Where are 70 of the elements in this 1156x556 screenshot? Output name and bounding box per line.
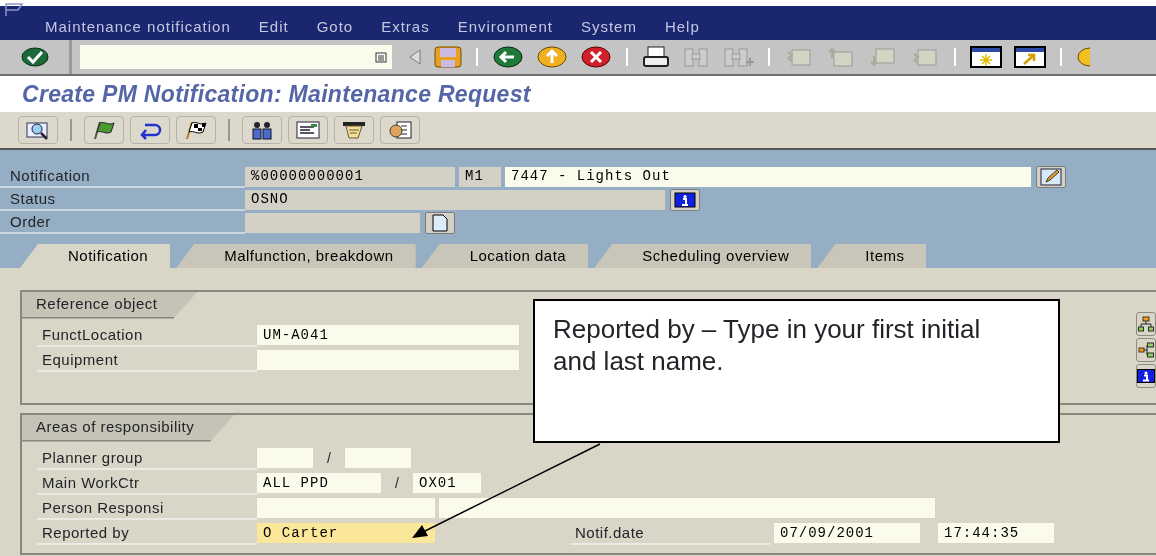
notification-label: Notification xyxy=(0,165,245,188)
separator-text: / xyxy=(326,448,332,468)
back-triangle-icon[interactable] xyxy=(408,48,422,66)
display-icon[interactable] xyxy=(18,116,58,144)
group-title: Reference object xyxy=(22,292,198,319)
date-field[interactable]: 07/09/2001 xyxy=(774,523,920,543)
window-menu-icon[interactable] xyxy=(4,2,24,18)
order-label: Order xyxy=(0,211,245,234)
flag-icon[interactable] xyxy=(84,116,124,144)
notification-number-field[interactable]: %00000000001 xyxy=(245,166,455,187)
input-field[interactable] xyxy=(257,448,313,468)
back-icon[interactable] xyxy=(492,46,524,68)
field-label: Equipment xyxy=(37,348,257,372)
menu-item[interactable]: Goto xyxy=(316,17,354,37)
callout-text: Reported by – Type in your first initial and last name. xyxy=(533,299,1060,443)
field-label: Reported by xyxy=(37,521,257,545)
status-label: Status xyxy=(0,188,245,211)
input-field[interactable] xyxy=(257,498,435,518)
edit-icon[interactable] xyxy=(1036,165,1066,188)
menu-item[interactable]: Extras xyxy=(381,17,430,37)
checkered-flag-icon[interactable] xyxy=(176,116,216,144)
tab[interactable]: Scheduling overview xyxy=(594,244,812,268)
enter-icon[interactable] xyxy=(19,46,50,68)
new-session-icon[interactable] xyxy=(970,46,1002,68)
status-field[interactable]: OSNO xyxy=(245,189,665,210)
description-field[interactable]: 7447 - Lights Out xyxy=(505,166,1031,187)
tab[interactable]: Malfunction, breakdown xyxy=(176,244,416,268)
print-icon[interactable] xyxy=(642,46,670,68)
screen-title: Create PM Notification: Maintenance Request xyxy=(22,79,531,109)
cancel-icon[interactable] xyxy=(580,46,612,68)
time-field[interactable]: 17:44:35 xyxy=(938,523,1054,543)
input-field[interactable]: ALL PPD xyxy=(257,473,381,493)
input-field[interactable] xyxy=(257,350,519,370)
save-icon[interactable] xyxy=(434,46,462,68)
separator-text: / xyxy=(394,473,400,493)
tab[interactable]: Notification xyxy=(20,244,171,268)
create-icon[interactable] xyxy=(425,211,455,234)
input-field[interactable] xyxy=(345,448,411,468)
input-field[interactable]: OX01 xyxy=(413,473,481,493)
shortcut-icon[interactable] xyxy=(1014,46,1046,68)
notification-type-field[interactable]: M1 xyxy=(459,166,501,187)
document-icon[interactable] xyxy=(288,116,328,144)
structure-icon[interactable] xyxy=(1136,338,1156,362)
field-label: FunctLocation xyxy=(37,323,257,347)
info-icon[interactable] xyxy=(1136,364,1156,388)
exit-icon[interactable] xyxy=(536,46,568,68)
input-field[interactable]: UM-A041 xyxy=(257,325,519,345)
person-card-icon[interactable] xyxy=(380,116,420,144)
hierarchy-icon[interactable] xyxy=(1136,312,1156,336)
tab[interactable]: Location data xyxy=(421,244,589,268)
field-label: Notif.date xyxy=(570,521,770,545)
field-label: Person Responsi xyxy=(37,496,257,520)
group-title: Areas of responsibility xyxy=(22,415,235,442)
people-icon[interactable] xyxy=(242,116,282,144)
input-field[interactable]: O Carter xyxy=(257,523,435,543)
menu-item[interactable]: Maintenance notification xyxy=(45,17,231,37)
menu-item[interactable]: System xyxy=(580,17,637,37)
menu-item[interactable]: Edit xyxy=(258,17,289,37)
help-icon[interactable] xyxy=(1076,46,1090,68)
input-field[interactable] xyxy=(439,498,935,518)
command-history-icon[interactable] xyxy=(370,45,392,69)
command-field[interactable] xyxy=(80,45,370,69)
menu-item[interactable]: Environment xyxy=(457,17,553,37)
order-field[interactable] xyxy=(245,212,420,233)
info-icon[interactable] xyxy=(670,188,700,211)
field-label: Main WorkCtr xyxy=(37,471,257,495)
field-label: Planner group xyxy=(37,446,257,470)
note-icon[interactable] xyxy=(334,116,374,144)
menu-item[interactable]: Help xyxy=(664,17,700,37)
tab[interactable]: Items xyxy=(817,244,927,268)
